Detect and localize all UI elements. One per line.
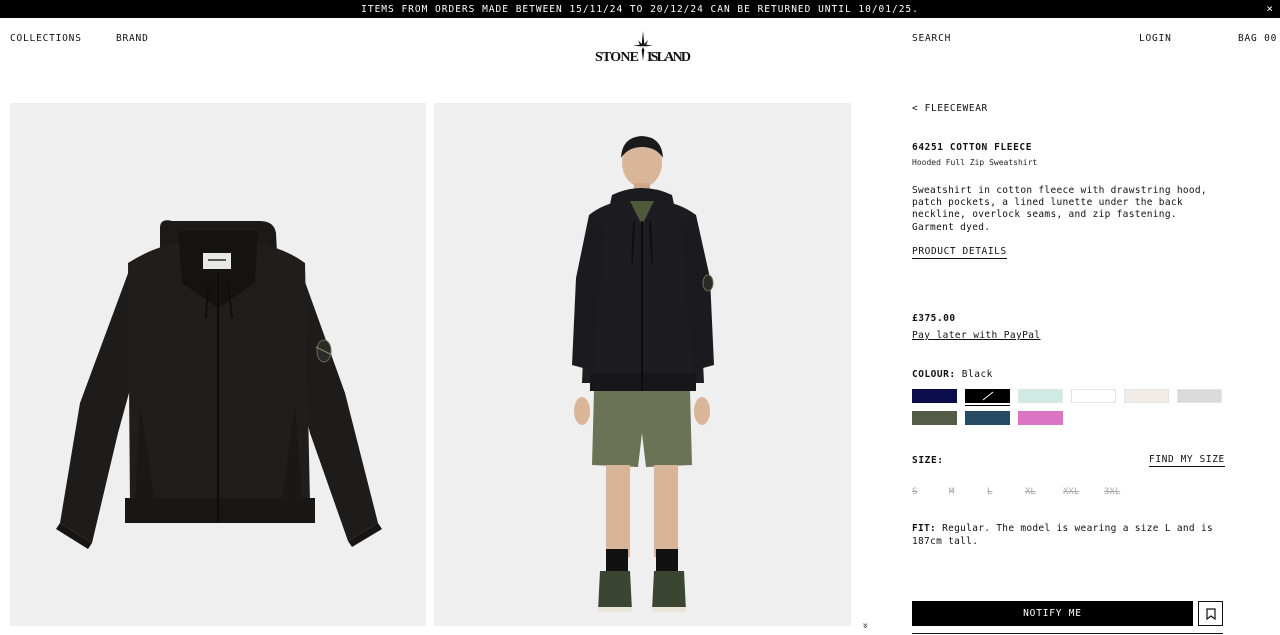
size-option-3xl[interactable]: 3XL xyxy=(1104,487,1120,497)
svg-text:ISLAND: ISLAND xyxy=(647,50,691,65)
colour-label: COLOUR: xyxy=(912,369,956,380)
product-details-link[interactable]: PRODUCT DETAILS xyxy=(912,246,1007,259)
announcement-text: ITEMS FROM ORDERS MADE BETWEEN 15/11/24 … xyxy=(361,3,919,15)
colour-swatch-mint[interactable] xyxy=(1018,389,1063,403)
paypal-link[interactable]: Pay later with PayPal xyxy=(912,330,1041,341)
product-subtitle: Hooded Full Zip Sweatshirt xyxy=(912,158,1038,167)
fit-label: FIT: xyxy=(912,523,937,534)
colour-swatch-cream[interactable] xyxy=(1124,389,1169,403)
stone-island-logo[interactable]: STONE ISLAND xyxy=(595,30,691,66)
colour-swatch-petrol[interactable] xyxy=(965,411,1010,425)
fit-info: FIT: Regular. The model is wearing a siz… xyxy=(912,523,1224,548)
notify-me-button[interactable]: NOTIFY ME xyxy=(912,601,1193,626)
size-option-m[interactable]: M xyxy=(949,487,954,497)
product-price: £375.00 xyxy=(912,313,956,324)
product-description: Sweatshirt in cotton fleece with drawstr… xyxy=(912,185,1207,233)
colour-swatch-navy[interactable] xyxy=(912,389,957,403)
product-title: 64251 COTTON FLEECE xyxy=(912,142,1033,153)
nav-login[interactable]: LOGIN xyxy=(1139,33,1172,44)
bookmark-icon[interactable] xyxy=(1198,601,1223,626)
breadcrumb-back-link[interactable]: < FLEECEWEAR xyxy=(912,103,988,114)
find-my-size-link[interactable]: FIND MY SIZE xyxy=(1149,454,1225,467)
product-image-model[interactable] xyxy=(434,103,851,626)
svg-text:STONE: STONE xyxy=(595,50,639,65)
size-option-xl[interactable]: XL xyxy=(1025,487,1036,497)
nav-search[interactable]: SEARCH xyxy=(912,33,951,44)
nav-collections[interactable]: COLLECTIONS xyxy=(10,33,82,44)
announcement-bar: ITEMS FROM ORDERS MADE BETWEEN 15/11/24 … xyxy=(0,0,1280,18)
close-icon[interactable]: × xyxy=(1266,2,1274,15)
size-option-l[interactable]: L xyxy=(987,487,992,497)
size-label: SIZE: xyxy=(912,455,944,466)
nav-bag[interactable]: BAG 00 xyxy=(1238,33,1277,44)
colour-selection: COLOUR: Black xyxy=(912,369,993,380)
chevron-double-down-icon[interactable]: » xyxy=(860,622,871,628)
size-option-s[interactable]: S xyxy=(912,487,917,497)
colour-value: Black xyxy=(961,369,993,380)
colour-swatch-pink[interactable] xyxy=(1018,411,1063,425)
colour-swatch-grey[interactable] xyxy=(1177,389,1222,403)
nav-brand[interactable]: BRAND xyxy=(116,33,149,44)
fit-text: Regular. The model is wearing a size L a… xyxy=(912,523,1213,547)
colour-swatch-black[interactable] xyxy=(965,389,1010,406)
product-image-flatlay[interactable] xyxy=(10,103,426,626)
divider xyxy=(912,633,1223,634)
colour-swatch-white[interactable] xyxy=(1071,389,1116,403)
size-option-xxl[interactable]: XXL xyxy=(1063,487,1079,497)
colour-swatch-olive[interactable] xyxy=(912,411,957,425)
